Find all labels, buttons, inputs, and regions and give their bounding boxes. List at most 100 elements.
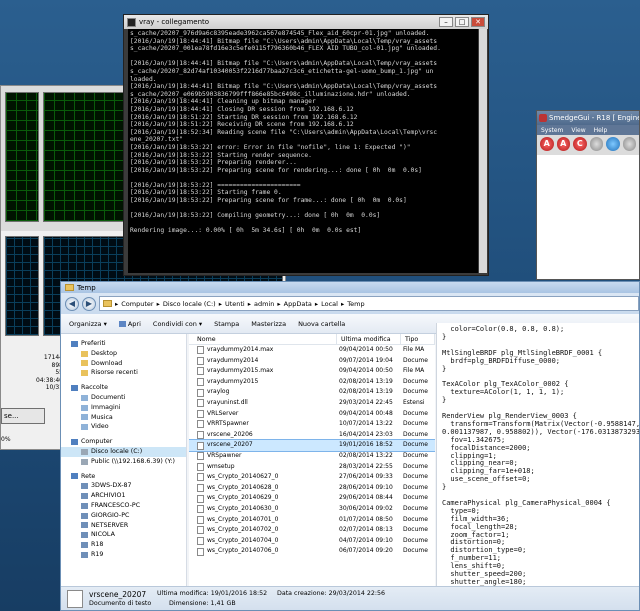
nav-item-label: Immagini <box>91 403 121 411</box>
forward-button[interactable]: ▶ <box>82 296 96 311</box>
breadcrumb-item[interactable]: AppData <box>284 300 312 308</box>
file-row[interactable]: vraydummy2015 02/08/2014 13:19 Docume <box>189 377 435 388</box>
nav-item-libraries[interactable]: Immagini <box>61 403 186 413</box>
nav-item-network[interactable]: ARCHIVIO1 <box>61 491 186 501</box>
console-line: [2016/Jan/19|18:53:22] Compiling geometr… <box>130 212 381 220</box>
file-row[interactable]: ws_Crypto_20140706_0 06/07/2014 09:20 Docu… <box>189 546 435 557</box>
vray-title-bar[interactable]: vray - collegamento – □ ✕ <box>124 15 488 29</box>
file-name-cell: ws_Crypto_20140704_0 <box>189 536 337 547</box>
smedge-title-bar[interactable]: SmedgeGui - R18 [ Engine Mo <box>537 111 639 125</box>
file-name: vraydummy2015 <box>207 377 259 385</box>
nav-item-label: Documenti <box>91 393 126 401</box>
file-row[interactable]: ws_Crypto_20140630_0 30/06/2014 09:02 Docu… <box>189 504 435 515</box>
file-name-cell: vraydummy2014 <box>189 356 337 367</box>
file-row[interactable]: VRLServer 09/04/2014 00:48 Docume <box>189 409 435 420</box>
minimize-button[interactable]: – <box>439 17 453 27</box>
file-row[interactable]: vraydummy2014.max 09/04/2014 00:50 File MA <box>189 345 435 356</box>
menu-system[interactable]: System <box>541 127 563 134</box>
nav-item-libraries[interactable]: Musica <box>61 413 186 423</box>
file-row[interactable]: wmsetup 28/03/2014 22:55 Docume <box>189 462 435 473</box>
file-row[interactable]: ws_Crypto_20140704_0 04/07/2014 09:10 Docu… <box>189 536 435 547</box>
column-date[interactable]: Ultima modifica <box>337 334 401 344</box>
breadcrumb-item[interactable]: Temp <box>347 300 364 308</box>
file-row[interactable]: vraydummy2015.max 09/04/2014 00:50 File MA <box>189 366 435 377</box>
nav-group-computer[interactable]: Computer <box>61 437 186 447</box>
nav-item-libraries[interactable]: Video <box>61 422 186 432</box>
print-button[interactable]: Stampa <box>214 320 239 328</box>
file-type: Docume <box>403 536 428 544</box>
column-name[interactable]: Nome <box>189 334 337 344</box>
smedge-tool-settings-icon[interactable] <box>622 137 636 151</box>
explorer-title-bar[interactable]: Temp <box>61 282 639 293</box>
resource-monitor-button[interactable]: se... <box>1 408 45 424</box>
open-button[interactable]: Apri <box>118 320 141 328</box>
file-row[interactable]: vraydummy2014 09/07/2014 19:04 Docume <box>189 356 435 367</box>
smedge-tool-a-button[interactable]: A <box>540 137 554 151</box>
close-button[interactable]: ✕ <box>471 17 485 27</box>
column-type[interactable]: Tipo <box>401 334 435 344</box>
smedge-menu-bar: System View Help <box>537 125 639 135</box>
file-type: Docume <box>403 462 428 470</box>
nav-group-favorites[interactable]: Preferiti <box>61 339 186 349</box>
file-row[interactable]: vrscene_20206 16/04/2014 23:03 Docume <box>189 430 435 441</box>
organize-button[interactable]: Organizza ▾ <box>69 320 107 328</box>
menu-help[interactable]: Help <box>594 127 608 134</box>
cpu-usage-meter <box>5 92 39 222</box>
breadcrumb-item[interactable]: Disco locale (C:) <box>163 300 216 308</box>
folder-icon <box>81 448 88 455</box>
console-line: [2016/Jan/19|18:53:22] =================… <box>130 181 301 189</box>
nav-item-network[interactable]: R19 <box>61 550 186 560</box>
nav-item-favorites[interactable]: Download <box>61 359 186 369</box>
nav-item-libraries[interactable]: Documenti <box>61 393 186 403</box>
vray-console-window[interactable]: vray - collegamento – □ ✕ s_cache/20207_… <box>123 14 489 276</box>
console-scrollbar[interactable] <box>479 29 487 273</box>
file-row[interactable]: vraylog 02/08/2014 13:19 Docume <box>189 387 435 398</box>
back-button[interactable]: ◀ <box>65 296 79 311</box>
preview-line: use_scene_offset=0; <box>442 475 531 484</box>
file-row[interactable]: ws_Crypto_20140702_0 02/07/2014 08:13 Docu… <box>189 525 435 536</box>
nav-item-network[interactable]: 3DWS-DX-87 <box>61 481 186 491</box>
file-row[interactable]: VRRTSpawner 10/07/2014 13:22 Docume <box>189 419 435 430</box>
file-row[interactable]: vrscene_20207 19/01/2016 18:52 Docume <box>189 439 435 452</box>
breadcrumb-item[interactable]: admin <box>254 300 274 308</box>
breadcrumb-item[interactable]: Computer <box>121 300 153 308</box>
smedge-tool-stop-icon[interactable] <box>589 137 603 151</box>
console-line: [2016/Jan/19|18:51:22] Starting DR sessi… <box>130 113 358 121</box>
nav-item-favorites[interactable]: Risorse recenti <box>61 368 186 378</box>
menu-view[interactable]: View <box>571 127 585 134</box>
burn-button[interactable]: Masterizza <box>251 320 286 328</box>
address-bar[interactable]: ▸ Computer ▸ Disco locale (C:) ▸ Utenti ▸ admin… <box>99 296 639 311</box>
breadcrumb-separator-icon: ▸ <box>115 299 119 308</box>
smedge-tool-c-button[interactable]: C <box>573 137 587 151</box>
nav-group-libraries[interactable]: Raccolte <box>61 383 186 393</box>
nav-group-network[interactable]: Rete <box>61 472 186 482</box>
maximize-button[interactable]: □ <box>455 17 469 27</box>
share-with-button[interactable]: Condividi con ▾ <box>153 320 202 328</box>
smedge-tool-refresh-icon[interactable] <box>606 137 620 151</box>
file-row[interactable]: ws_Crypto_20140628_0 28/06/2014 09:10 Docu… <box>189 483 435 494</box>
nav-item-computer[interactable]: Public (\\192.168.6.39) (Y:) <box>61 457 186 467</box>
explorer-window[interactable]: Temp ◀ ▶ ▸ Computer ▸ Disco locale (C:) ▸ Ute… <box>60 281 640 611</box>
nav-item-network[interactable]: NETSERVER <box>61 521 186 531</box>
file-name-cell: vraylog <box>189 387 337 398</box>
nav-item-network[interactable]: GIORGIO-PC <box>61 511 186 521</box>
nav-item-network[interactable]: NICOLA <box>61 530 186 540</box>
nav-item-network[interactable]: FRANCESCO-PC <box>61 501 186 511</box>
nav-item-network[interactable]: R18 <box>61 540 186 550</box>
nav-item-favorites[interactable]: Desktop <box>61 349 186 359</box>
breadcrumb-item[interactable]: Utenti <box>225 300 245 308</box>
nav-item-label: Public (\\192.168.6.39) (Y:) <box>91 457 175 465</box>
file-row[interactable]: ws_Crypto_20140629_0 29/06/2014 08:44 Docu… <box>189 493 435 504</box>
file-row[interactable]: vrayuninst.dll 29/03/2014 22:45 Estensi <box>189 398 435 409</box>
smedge-window[interactable]: SmedgeGui - R18 [ Engine Mo System View … <box>536 110 640 280</box>
file-row[interactable]: ws_Crypto_20140627_0 27/06/2014 09:33 Docu… <box>189 472 435 483</box>
smedge-tool-a2-button[interactable]: A <box>556 137 570 151</box>
breadcrumb-item[interactable]: Local <box>321 300 338 308</box>
new-folder-button[interactable]: Nuova cartella <box>298 320 345 328</box>
preview-line: texture=AColor(1, 1, 1, 1); <box>442 388 565 397</box>
file-name-cell: vraydummy2015.max <box>189 366 337 377</box>
file-type: Docume <box>403 494 428 502</box>
file-row[interactable]: VRSpawner 02/08/2014 13:22 Docume <box>189 451 435 462</box>
nav-item-computer[interactable]: Disco locale (C:) <box>61 446 186 457</box>
file-row[interactable]: ws_Crypto_20140701_0 01/07/2014 08:50 Docu… <box>189 515 435 526</box>
